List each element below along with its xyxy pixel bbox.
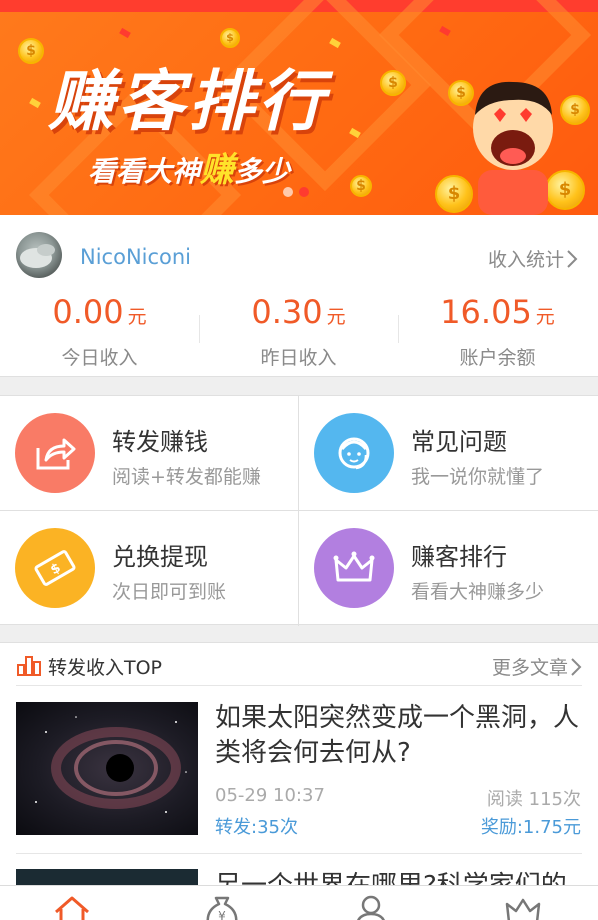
black-hole-image <box>35 716 187 813</box>
feature-title: 兑换提现 <box>112 543 208 571</box>
crown-icon <box>333 551 375 582</box>
stat-label: 账户余额 <box>459 347 536 369</box>
income-stats-link[interactable]: 收入统计 <box>488 245 578 272</box>
article-share-count: 转发:35次 <box>215 817 298 838</box>
divider <box>16 853 582 854</box>
bottom-tab-bar: ¥ <box>0 885 598 920</box>
banner-subtitle-highlight: 赚 <box>200 150 235 190</box>
banner-title: 赚客排行 <box>48 63 328 140</box>
share-icon <box>36 438 76 470</box>
stat-balance: 16.05 元 账户余额 <box>398 293 597 370</box>
carousel-dot-active[interactable] <box>299 187 309 197</box>
coin-icon: $ <box>220 28 240 48</box>
feature-faq[interactable]: 常见问题 我一说你就懂了 <box>299 396 597 510</box>
stat-unit: 元 <box>535 306 555 328</box>
feature-icon-circle <box>314 528 394 608</box>
banner-subtitle: 看看大神赚多少 <box>88 142 290 191</box>
coin-icon: $ <box>350 175 372 197</box>
article-thumbnail[interactable] <box>16 702 198 835</box>
crown-icon[interactable] <box>503 894 543 920</box>
article-read-count: 阅读 115次 <box>486 789 581 810</box>
section-title: 转发收入TOP <box>48 657 163 679</box>
stat-unit: 元 <box>127 306 147 328</box>
more-articles-link[interactable]: 更多文章 <box>492 653 582 680</box>
stat-value: 0.30 <box>251 293 323 331</box>
promo-banner[interactable]: $ $ $ $ $ $ $ $ 赚客排行 看看大神赚多少 <box>0 0 598 215</box>
chevron-right-icon <box>571 657 582 676</box>
feature-subtitle: 看看大神赚多少 <box>411 581 545 603</box>
user-icon[interactable] <box>351 894 391 920</box>
income-stats-label: 收入统计 <box>487 249 564 271</box>
feature-title: 转发赚钱 <box>112 428 208 456</box>
banknote-icon: $ <box>34 550 76 586</box>
coin-icon: $ <box>380 70 406 96</box>
stat-label: 今日收入 <box>61 347 138 369</box>
stat-value: 0.00 <box>52 293 124 331</box>
home-icon[interactable] <box>52 894 92 920</box>
feature-title: 赚客排行 <box>411 543 507 571</box>
username[interactable]: NicoNiconi <box>80 245 191 269</box>
carousel-indicator[interactable] <box>283 187 309 197</box>
stat-value: 16.05 <box>440 293 532 331</box>
money-bag-icon[interactable]: ¥ <box>202 894 242 920</box>
feature-subtitle: 次日即可到账 <box>112 581 227 603</box>
feature-icon-circle <box>314 413 394 493</box>
confetti <box>29 97 41 109</box>
profile-card: NicoNiconi 收入统计 0.00 元 今日收入 0.30 元 昨日收入 16… <box>0 215 598 377</box>
feature-icon-circle <box>15 413 95 493</box>
top-articles-section: 转发收入TOP 更多文章 如果太阳突然变成一个黑洞，人类将会何去何从? 05-2… <box>0 642 598 909</box>
article-title[interactable]: 如果太阳突然变成一个黑洞，人类将会何去何从? <box>215 701 585 771</box>
coin-icon: $ <box>18 38 44 64</box>
feature-ranking[interactable]: 赚客排行 看看大神赚多少 <box>299 511 597 625</box>
mascot-illustration <box>473 81 553 215</box>
chevron-right-icon <box>567 249 578 268</box>
banner-subtitle-suffix: 多少 <box>234 155 291 188</box>
support-agent-icon <box>338 437 370 470</box>
ranking-bars-icon <box>17 656 41 676</box>
feature-title: 常见问题 <box>411 428 507 456</box>
carousel-dot[interactable] <box>283 187 293 197</box>
section-header: 转发收入TOP 更多文章 <box>16 643 582 686</box>
app-screen: $ $ $ $ $ $ $ $ 赚客排行 看看大神赚多少 NicoNiconi … <box>0 0 598 920</box>
feature-subtitle: 我一说你就懂了 <box>411 466 545 488</box>
stat-label: 昨日收入 <box>260 347 337 369</box>
stat-unit: 元 <box>326 306 346 328</box>
avatar-image <box>20 244 55 268</box>
avatar[interactable] <box>16 232 62 278</box>
feature-icon-circle: $ <box>15 528 95 608</box>
article-time: 05-29 10:37 <box>215 785 325 806</box>
stat-yesterday: 0.30 元 昨日收入 <box>199 293 398 370</box>
feature-grid: 转发赚钱 阅读+转发都能赚 常见问题 我一说你就懂了 $ 兑换提现 次日即可到账… <box>0 395 598 626</box>
banner-subtitle-prefix: 看看大神 <box>88 155 201 188</box>
more-articles-label: 更多文章 <box>491 657 568 679</box>
article-reward: 奖励:1.75元 <box>480 817 581 838</box>
feature-subtitle: 阅读+转发都能赚 <box>112 466 261 488</box>
stat-today: 0.00 元 今日收入 <box>0 293 199 370</box>
feature-withdraw[interactable]: $ 兑换提现 次日即可到账 <box>0 511 298 625</box>
confetti <box>119 27 131 39</box>
svg-text:¥: ¥ <box>218 909 226 920</box>
feature-share-earn[interactable]: 转发赚钱 阅读+转发都能赚 <box>0 396 298 510</box>
